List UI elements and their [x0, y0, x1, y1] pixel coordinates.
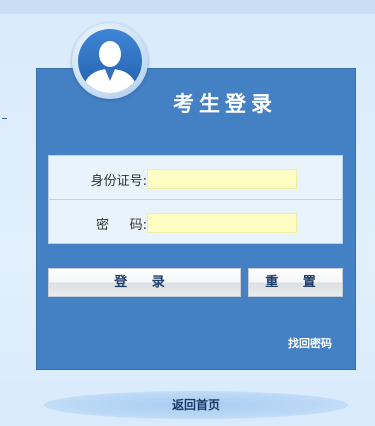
id-row: 身份证号: [49, 156, 342, 200]
password-row: 密 码: [49, 200, 342, 244]
top-strip [0, 0, 375, 14]
side-mark [2, 118, 7, 119]
back-home-link[interactable]: 返回首页 [44, 391, 348, 419]
user-avatar-icon [72, 23, 148, 99]
forgot-password-link[interactable]: 找回密码 [288, 335, 332, 351]
login-button[interactable]: 登 录 [48, 268, 241, 297]
password-input[interactable] [147, 213, 297, 233]
id-input[interactable] [147, 169, 297, 189]
avatar-inner [78, 29, 142, 93]
login-title: 考生登录 [173, 92, 277, 116]
password-label: 密 码: [95, 218, 147, 233]
login-form: 身份证号: 密 码: [48, 155, 343, 244]
user-silhouette-icon [82, 41, 138, 93]
id-label: 身份证号: [90, 174, 147, 189]
login-page: 考生登录 身份证号: 密 码: 登 录 重 置 找回密码 返回首页 [0, 0, 375, 426]
reset-button[interactable]: 重 置 [248, 268, 343, 297]
